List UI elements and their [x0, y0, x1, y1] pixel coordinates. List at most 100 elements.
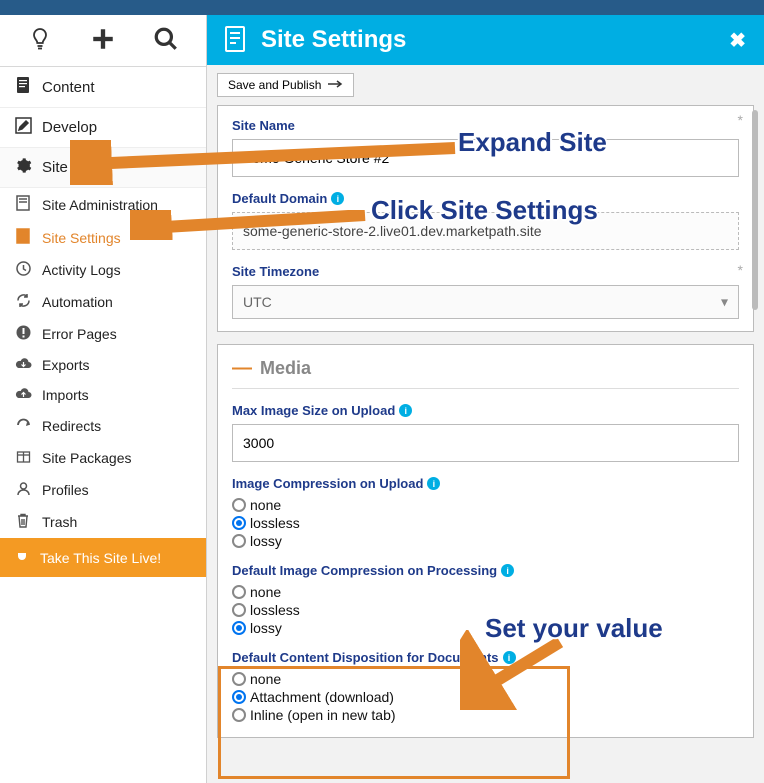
cloud-download-icon: [14, 357, 32, 373]
radio-disposition-inline[interactable]: Inline (open in new tab): [232, 707, 739, 723]
radio-disposition-attachment[interactable]: Attachment (download): [232, 689, 739, 705]
sidebar-item-site-settings[interactable]: Site Settings: [0, 221, 206, 254]
arrow-right-icon: [327, 78, 343, 92]
nav-develop[interactable]: Develop: [0, 108, 206, 148]
document-icon: [14, 76, 32, 98]
select-value: UTC: [233, 286, 738, 318]
main-panel: Site Settings ✖ Save and Publish * Site …: [207, 15, 764, 783]
collapse-icon: —: [232, 357, 252, 380]
sidebar-item-profiles[interactable]: Profiles: [0, 474, 206, 506]
field-label-default-domain: Default Domain i: [232, 191, 739, 206]
field-label-image-compression-processing: Default Image Compression on Processing …: [232, 563, 739, 578]
site-timezone-select[interactable]: UTC ▾: [232, 285, 739, 319]
required-indicator: *: [738, 262, 743, 278]
radio-icon: [232, 603, 246, 617]
info-icon[interactable]: i: [503, 651, 516, 664]
nav-content[interactable]: Content: [0, 67, 206, 108]
document-icon: [14, 195, 32, 214]
app-topbar: [0, 0, 764, 15]
sidebar-item-label: Site Packages: [42, 450, 132, 466]
label-text: Default Content Disposition for Document…: [232, 650, 499, 665]
info-icon[interactable]: i: [501, 564, 514, 577]
radio-processing-lossless[interactable]: lossless: [232, 602, 739, 618]
radio-label: none: [250, 671, 281, 687]
radio-label: lossless: [250, 602, 300, 618]
sidebar-item-label: Error Pages: [42, 326, 117, 342]
form-content: * Site Name Default Domain i some-generi…: [207, 105, 764, 783]
caret-down-icon: ▾: [721, 294, 728, 311]
radio-icon: [232, 498, 246, 512]
sidebar-item-label: Automation: [42, 294, 113, 310]
radio-processing-none[interactable]: none: [232, 584, 739, 600]
label-text: Default Image Compression on Processing: [232, 563, 497, 578]
redirect-icon: [14, 417, 32, 435]
radio-label: lossy: [250, 620, 282, 636]
nav-site[interactable]: Site: [0, 148, 206, 188]
close-icon[interactable]: ✖: [729, 28, 746, 53]
sidebar-item-label: Profiles: [42, 482, 89, 498]
sidebar-item-label: Imports: [42, 387, 89, 403]
sidebar-item-activity-logs[interactable]: Activity Logs: [0, 254, 206, 286]
gear-icon: [14, 157, 32, 178]
radio-icon: [232, 672, 246, 686]
radio-processing-lossy[interactable]: lossy: [232, 620, 739, 636]
radio-label: Attachment (download): [250, 689, 394, 705]
sidebar-item-imports[interactable]: Imports: [0, 380, 206, 410]
sidebar: Content Develop Site Site Administration: [0, 15, 207, 783]
search-icon[interactable]: [135, 26, 198, 55]
plus-icon[interactable]: [71, 26, 134, 55]
lightbulb-icon[interactable]: [8, 27, 71, 54]
take-site-live-button[interactable]: Take This Site Live!: [0, 538, 206, 577]
sidebar-item-label: Activity Logs: [42, 262, 121, 278]
sidebar-item-error-pages[interactable]: Error Pages: [0, 318, 206, 350]
radio-icon: [232, 516, 246, 530]
field-label-max-image-size: Max Image Size on Upload i: [232, 403, 739, 418]
toolbar: Save and Publish: [207, 65, 764, 105]
sidebar-item-exports[interactable]: Exports: [0, 350, 206, 380]
sidebar-item-label: Trash: [42, 514, 77, 530]
trash-icon: [14, 513, 32, 531]
radio-icon: [232, 708, 246, 722]
sidebar-item-trash[interactable]: Trash: [0, 506, 206, 538]
radio-label: none: [250, 584, 281, 600]
profile-icon: [14, 481, 32, 499]
radio-icon: [232, 534, 246, 548]
field-label-content-disposition: Default Content Disposition for Document…: [232, 650, 739, 665]
default-domain-value: some-generic-store-2.live01.dev.marketpa…: [232, 212, 739, 250]
refresh-icon: [14, 293, 32, 311]
sidebar-item-label: Site Administration: [42, 197, 158, 213]
radio-label: none: [250, 497, 281, 513]
nav-label: Content: [42, 79, 95, 96]
cloud-upload-icon: [14, 387, 32, 403]
sidebar-item-redirects[interactable]: Redirects: [0, 410, 206, 442]
nav-label: Site: [42, 159, 68, 176]
panel-title: Site Settings: [261, 26, 406, 54]
save-publish-button[interactable]: Save and Publish: [217, 73, 354, 97]
radio-disposition-none[interactable]: none: [232, 671, 739, 687]
info-icon[interactable]: i: [427, 477, 440, 490]
sidebar-item-label: Redirects: [42, 418, 101, 434]
pencil-box-icon: [14, 117, 32, 138]
sidebar-item-site-packages[interactable]: Site Packages: [0, 442, 206, 474]
radio-upload-lossy[interactable]: lossy: [232, 533, 739, 549]
label-text: Max Image Size on Upload: [232, 403, 395, 418]
radio-upload-none[interactable]: none: [232, 497, 739, 513]
clock-icon: [14, 261, 32, 279]
sidebar-item-site-administration[interactable]: Site Administration: [0, 188, 206, 221]
media-section-header[interactable]: — Media: [232, 357, 739, 389]
radio-icon: [232, 690, 246, 704]
info-icon[interactable]: i: [331, 192, 344, 205]
radio-icon: [232, 621, 246, 635]
live-button-label: Take This Site Live!: [40, 550, 161, 566]
info-icon[interactable]: i: [399, 404, 412, 417]
sidebar-toolbar: [0, 15, 206, 67]
scrollbar[interactable]: [752, 110, 758, 310]
sidebar-item-automation[interactable]: Automation: [0, 286, 206, 318]
site-name-input[interactable]: [232, 139, 739, 177]
panel-header: Site Settings ✖: [207, 15, 764, 65]
sidebar-item-label: Site Settings: [42, 230, 121, 246]
radio-upload-lossless[interactable]: lossless: [232, 515, 739, 531]
nav-label: Develop: [42, 119, 97, 136]
radio-label: Inline (open in new tab): [250, 707, 396, 723]
max-image-size-input[interactable]: [232, 424, 739, 462]
